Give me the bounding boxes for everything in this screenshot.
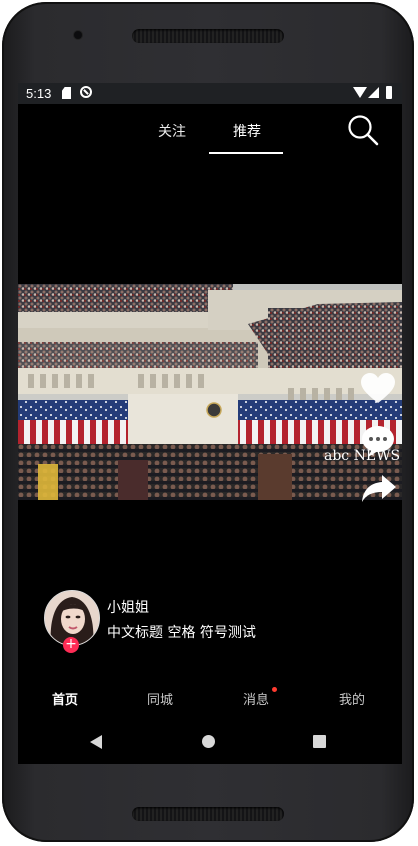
comment-icon[interactable]	[358, 423, 398, 459]
bottom-nav-bar: 首页 同城 消息 我的	[18, 679, 402, 719]
signal-icon	[368, 87, 379, 98]
share-icon[interactable]	[358, 471, 398, 507]
status-time: 5:13	[26, 86, 52, 101]
front-camera	[74, 31, 82, 39]
active-tab-indicator	[209, 152, 283, 154]
bottom-nav-nearby[interactable]: 同城	[147, 689, 173, 708]
sd-card-icon	[62, 87, 71, 99]
author-info: + 小姐姐 中文标题 空格 符号测试	[44, 590, 384, 653]
app-screen: 5:13 关注 推荐 abc NEWS + 小姐姐 中文标题 空格 符号测试 首…	[18, 83, 402, 764]
battery-icon	[386, 86, 392, 99]
earpiece-speaker	[132, 29, 284, 43]
system-nav-bar	[18, 719, 402, 764]
message-badge-dot	[272, 687, 277, 692]
back-icon[interactable]	[90, 735, 102, 749]
recent-apps-icon[interactable]	[313, 735, 326, 748]
bottom-nav-profile[interactable]: 我的	[339, 689, 365, 708]
heart-icon[interactable]	[358, 371, 398, 407]
do-not-disturb-icon	[80, 86, 92, 98]
wifi-icon	[353, 87, 367, 98]
home-icon[interactable]	[202, 735, 215, 748]
bottom-speaker	[132, 807, 284, 821]
video-player[interactable]: abc NEWS	[18, 284, 402, 500]
status-bar: 5:13	[18, 83, 402, 104]
tab-follow[interactable]: 关注	[158, 121, 186, 141]
search-icon[interactable]	[346, 113, 380, 147]
top-tab-bar: 关注 推荐	[18, 104, 402, 154]
video-frame: abc NEWS	[18, 284, 402, 500]
bottom-nav-messages[interactable]: 消息	[243, 689, 269, 708]
tab-recommend[interactable]: 推荐	[233, 121, 261, 141]
phone-frame: 5:13 关注 推荐 abc NEWS + 小姐姐 中文标题 空格 符号测试 首…	[2, 2, 414, 842]
video-title: 中文标题 空格 符号测试	[107, 625, 256, 641]
bottom-nav-home[interactable]: 首页	[52, 689, 78, 708]
follow-button[interactable]: +	[63, 637, 79, 653]
author-name[interactable]: 小姐姐	[107, 597, 149, 617]
